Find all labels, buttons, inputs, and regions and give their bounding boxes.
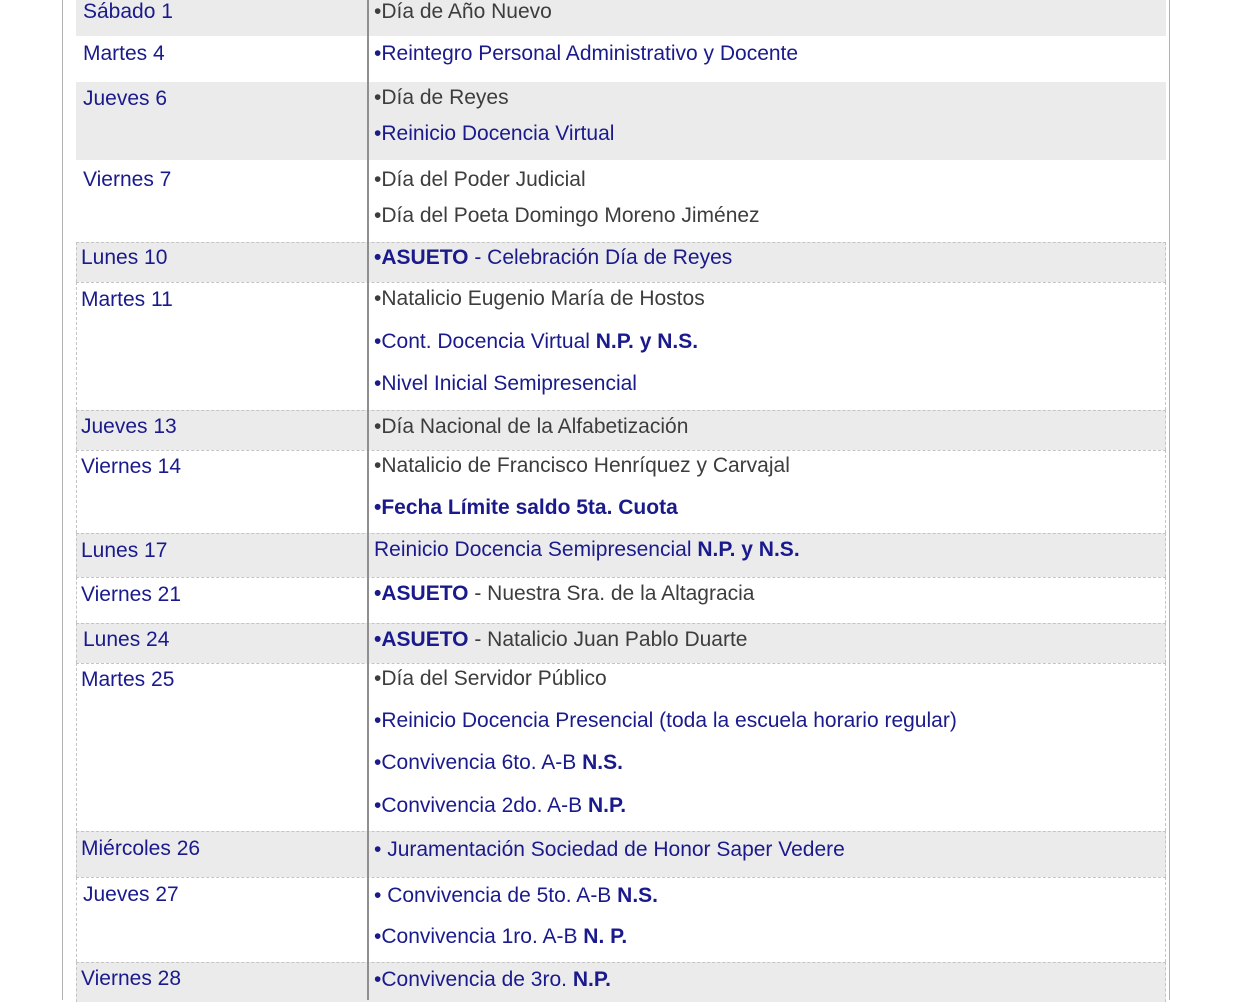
event-text: Nivel Inicial Semipresencial <box>381 372 637 395</box>
event-text: Convivencia 2do. A-B <box>381 794 588 817</box>
event-text: - Celebración Día de Reyes <box>468 246 733 269</box>
event-text: Cont. Docencia Virtual <box>381 330 596 353</box>
calendar-row <box>76 160 1166 242</box>
event-text: - Natalicio Juan Pablo Duarte <box>468 628 748 651</box>
level-tag: N. P. <box>583 925 628 948</box>
event-text: Reinicio Docencia Presencial (toda la es… <box>381 709 957 732</box>
level-tag: N.P. <box>572 968 611 991</box>
event-text: Día de Año Nuevo <box>381 0 552 23</box>
day-label: Lunes 24 <box>83 628 170 651</box>
event-line: •Día del Poeta Domingo Moreno Jiménez <box>374 204 760 228</box>
event-text: - Nuestra Sra. de la Altagracia <box>468 582 755 605</box>
day-label: Viernes 28 <box>81 967 182 990</box>
day-label: Martes 11 <box>81 288 173 311</box>
event-line: • Convivencia de 5to. A-B N.S. <box>374 884 658 908</box>
day-label: Lunes 10 <box>81 246 168 269</box>
event-emphasis: ASUETO <box>381 628 469 651</box>
page-frame-left <box>62 0 63 1000</box>
event-line: •Convivencia 6to. A-B N.S. <box>374 751 623 775</box>
day-label: Martes 4 <box>83 42 165 65</box>
level-tag: N.S. <box>582 751 623 774</box>
event-line: •Día de Año Nuevo <box>374 0 552 24</box>
event-emphasis: ASUETO <box>381 246 469 269</box>
event-line: •Convivencia 2do. A-B N.P. <box>374 794 626 818</box>
event-line: Reinicio Docencia Semipresencial N.P. y … <box>374 538 800 562</box>
day-label: Viernes 21 <box>81 583 182 606</box>
event-text: Convivencia de 5to. A-B <box>387 884 618 907</box>
event-line: •Día de Reyes <box>374 86 509 110</box>
event-text: Natalicio Eugenio María de Hostos <box>381 287 705 310</box>
event-line: •Natalicio Eugenio María de Hostos <box>374 287 705 311</box>
event-line: •Día Nacional de la Alfabetización <box>374 415 688 439</box>
event-emphasis: ASUETO <box>381 582 469 605</box>
day-label: Viernes 14 <box>81 455 182 478</box>
day-label: Martes 25 <box>81 668 175 691</box>
calendar-row <box>76 962 1166 1002</box>
event-text: Día de Reyes <box>381 86 509 109</box>
bullet-icon: • <box>374 838 388 861</box>
event-line: •Convivencia de 3ro. N.P. <box>374 968 611 992</box>
event-text: Reinicio Docencia Semipresencial <box>374 538 698 561</box>
day-label: Jueves 6 <box>83 87 168 110</box>
day-label: Sábado 1 <box>83 0 173 23</box>
event-line: •Convivencia 1ro. A-B N. P. <box>374 925 627 949</box>
page-frame-right <box>1169 0 1170 1000</box>
day-label: Miércoles 26 <box>81 837 201 860</box>
event-line: •Reinicio Docencia Virtual <box>374 122 614 146</box>
level-tag: N.P. <box>587 794 627 817</box>
day-label: Lunes 17 <box>81 539 168 562</box>
event-text: Día del Poeta Domingo Moreno Jiménez <box>381 204 760 227</box>
event-line: •Reintegro Personal Administrativo y Doc… <box>374 42 798 66</box>
event-text: Convivencia 1ro. A-B <box>381 925 584 948</box>
level-tag: N.P. y N.S. <box>697 538 800 561</box>
event-text: Día del Servidor Público <box>381 667 607 690</box>
calendar-row <box>76 0 1166 36</box>
event-line: •Reinicio Docencia Presencial (toda la e… <box>374 709 957 733</box>
event-line: •Nivel Inicial Semipresencial <box>374 372 637 396</box>
day-label: Jueves 13 <box>81 415 177 438</box>
event-line: •ASUETO - Nuestra Sra. de la Altagracia <box>374 582 754 606</box>
event-text: Convivencia 6to. A-B <box>381 751 583 774</box>
event-line: •Día del Poder Judicial <box>374 168 586 192</box>
event-text: Juramentación Sociedad de Honor Saper Ve… <box>387 838 845 861</box>
event-line: •ASUETO - Natalicio Juan Pablo Duarte <box>374 628 747 652</box>
day-label: Jueves 27 <box>83 883 179 906</box>
level-tag: N.S. <box>617 884 658 907</box>
event-text: Convivencia de 3ro. <box>381 968 573 991</box>
event-line: • Juramentación Sociedad de Honor Saper … <box>374 838 845 862</box>
event-line: •ASUETO - Celebración Día de Reyes <box>374 246 732 270</box>
event-line: •Natalicio de Francisco Henríquez y Carv… <box>374 454 790 478</box>
event-line: •Día del Servidor Público <box>374 667 607 691</box>
event-emphasis: Fecha Límite saldo 5ta. Cuota <box>381 496 678 519</box>
column-divider <box>367 0 369 1000</box>
event-line: •Fecha Límite saldo 5ta. Cuota <box>374 496 678 520</box>
event-text: Reintegro Personal Administrativo y Doce… <box>381 42 799 65</box>
event-text: Natalicio de Francisco Henríquez y Carva… <box>381 454 790 477</box>
level-tag: N.P. y N.S. <box>595 330 699 353</box>
event-text: Reinicio Docencia Virtual <box>381 122 615 145</box>
event-line: •Cont. Docencia Virtual N.P. y N.S. <box>374 330 698 354</box>
bullet-icon: • <box>374 884 388 907</box>
day-label: Viernes 7 <box>83 168 172 191</box>
event-text: Día Nacional de la Alfabetización <box>381 415 689 438</box>
event-text: Día del Poder Judicial <box>381 168 586 191</box>
calendar-row <box>76 82 1166 160</box>
